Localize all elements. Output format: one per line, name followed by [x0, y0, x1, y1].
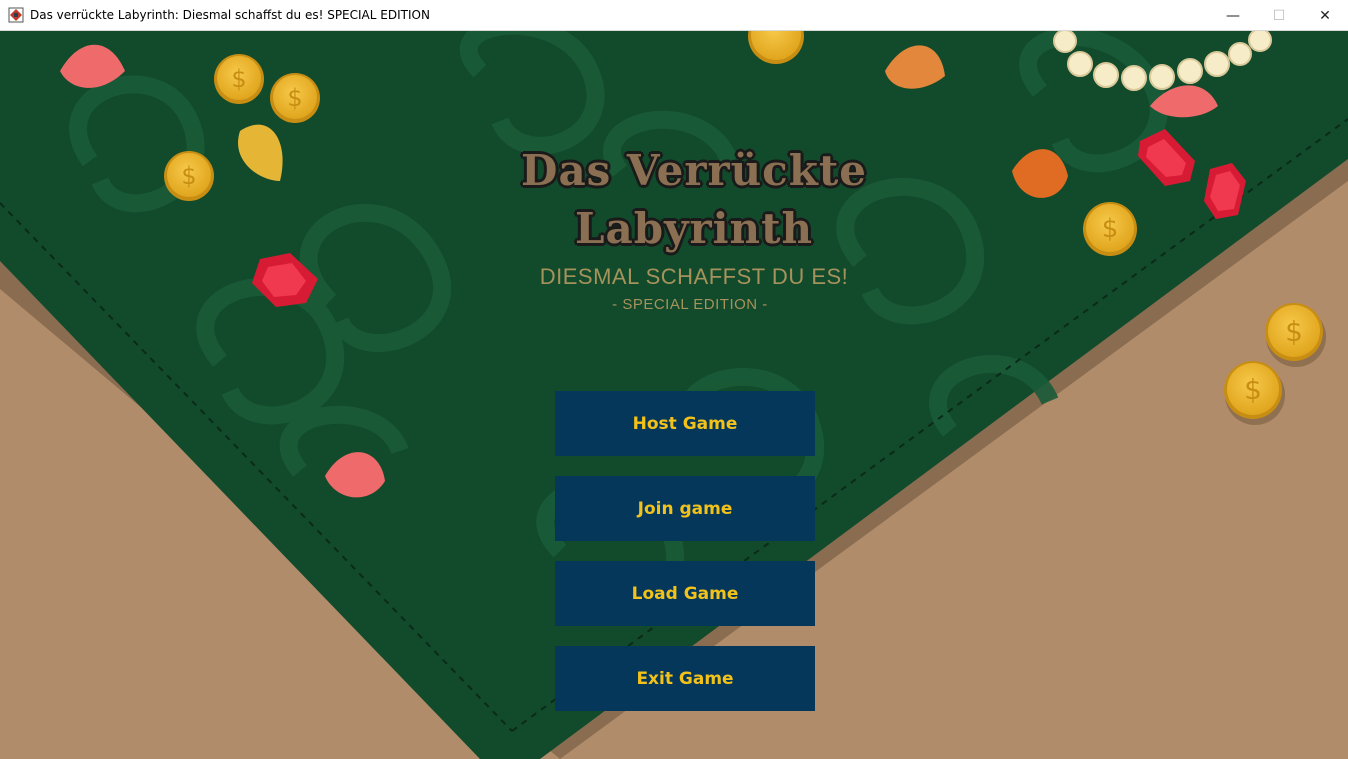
main-menu-screen: $ $ $ $ $ $ Das Verrückte Labyrinth DIES… — [0, 31, 1348, 759]
logo-line-1: Das Verrückte — [521, 146, 867, 195]
exit-game-button[interactable]: Exit Game — [555, 646, 815, 711]
gold-coin-icon: $ — [214, 54, 264, 104]
join-game-button[interactable]: Join game — [555, 476, 815, 541]
svg-text:$: $ — [287, 84, 302, 112]
edition-label: - SPECIAL EDITION - — [612, 296, 768, 313]
subtitle: DIESMAL SCHAFFST DU ES! — [539, 264, 849, 289]
load-game-button[interactable]: Load Game — [555, 561, 815, 626]
svg-text:$: $ — [1285, 315, 1303, 348]
logo-line-2: Labyrinth — [574, 204, 814, 253]
host-game-button[interactable]: Host Game — [555, 391, 815, 456]
close-button[interactable]: ✕ — [1302, 0, 1348, 31]
svg-text:$: $ — [1244, 373, 1262, 406]
svg-text:$: $ — [231, 65, 246, 93]
maximize-button[interactable]: ☐ — [1256, 0, 1302, 31]
window-title: Das verrückte Labyrinth: Diesmal schaffs… — [30, 8, 430, 22]
gold-coin-icon: $ — [270, 73, 320, 123]
app-window: Das verrückte Labyrinth: Diesmal schaffs… — [0, 0, 1348, 759]
app-icon — [8, 7, 24, 23]
minimize-button[interactable]: — — [1210, 0, 1256, 31]
title-bar[interactable]: Das verrückte Labyrinth: Diesmal schaffs… — [0, 0, 1348, 31]
